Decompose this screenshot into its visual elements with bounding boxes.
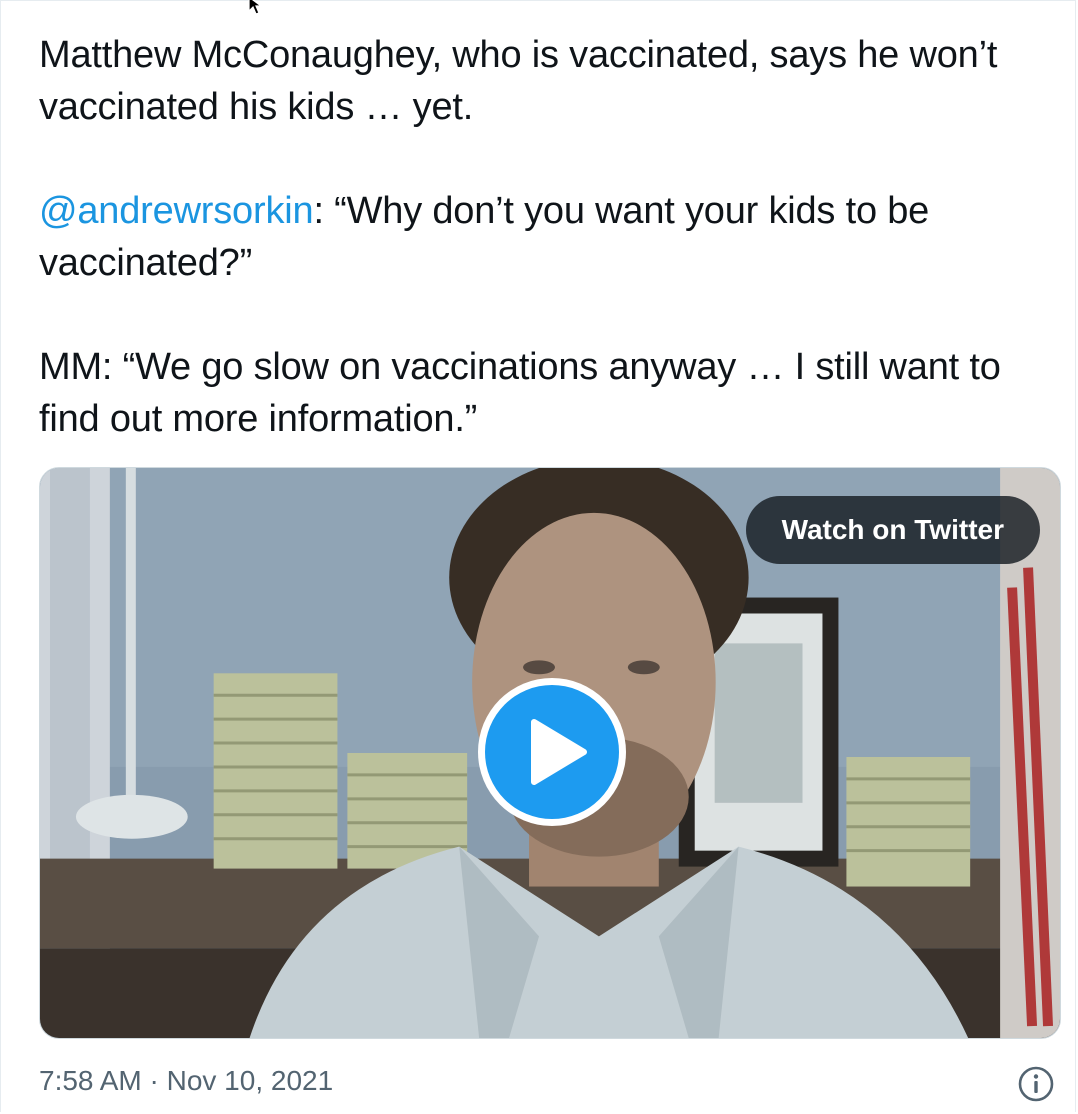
- tweet-paragraph-1: Matthew McConaughey, who is vaccinated, …: [39, 34, 998, 128]
- info-icon[interactable]: [1017, 1065, 1055, 1103]
- watch-on-twitter-button[interactable]: Watch on Twitter: [745, 496, 1040, 564]
- mention-link[interactable]: @andrewrsorkin: [39, 190, 314, 232]
- tweet-paragraph-2: @andrewrsorkin: “Why don’t you want your…: [39, 185, 1049, 289]
- video-media[interactable]: Watch on Twitter: [39, 467, 1061, 1039]
- mouse-cursor-icon: [248, 0, 263, 15]
- tweet-timestamp[interactable]: 7:58 AM · Nov 10, 2021: [39, 1061, 333, 1101]
- play-icon: [531, 719, 587, 785]
- play-button[interactable]: [478, 678, 626, 826]
- tweet-text: Matthew McConaughey, who is vaccinated, …: [39, 29, 1049, 445]
- tweet-paragraph-3: MM: “We go slow on vaccinations anyway ……: [39, 346, 1001, 440]
- tweet-card: Matthew McConaughey, who is vaccinated, …: [0, 0, 1076, 1112]
